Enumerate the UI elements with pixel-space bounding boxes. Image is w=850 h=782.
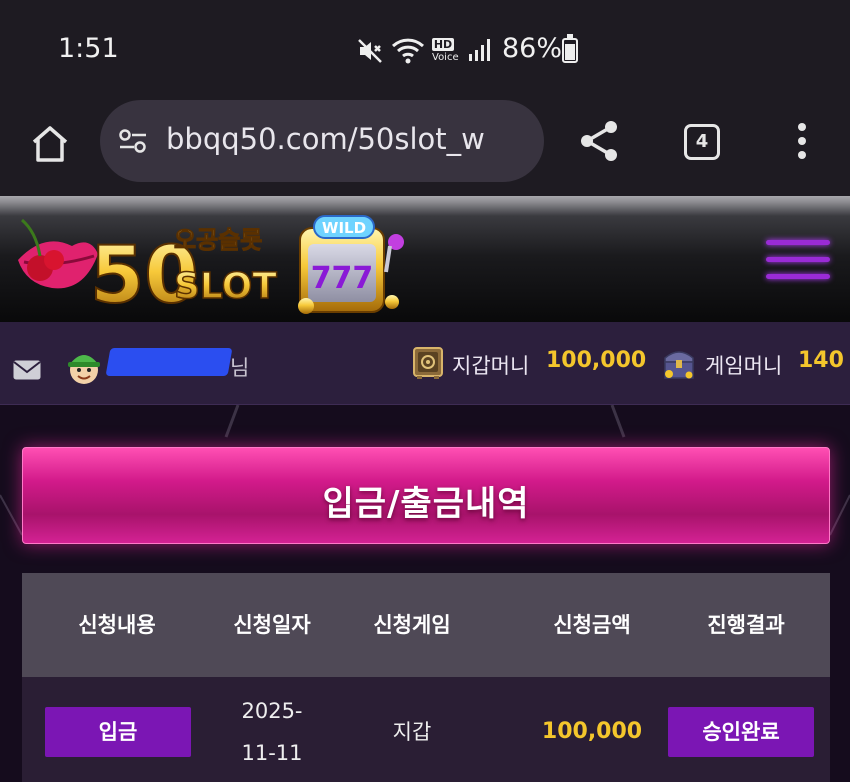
logo-slot-text: SLOT <box>174 266 277 307</box>
game-money-label: 게임머니 <box>705 354 783 378</box>
cell-type: 입금 <box>22 677 214 782</box>
wifi-icon <box>391 38 425 64</box>
site-settings-icon[interactable] <box>118 127 148 155</box>
column-header-result: 진행결과 <box>707 613 785 637</box>
username-suffix: 님 <box>230 356 250 380</box>
treasure-chest-icon <box>664 351 694 379</box>
page-title: 입금/출금내역 <box>322 484 530 524</box>
mute-icon <box>358 39 382 63</box>
game-money-value: 140 <box>798 348 844 373</box>
safe-icon <box>413 347 443 379</box>
table-row: 입금 2025-11-11 지갑 100,000 승인완료 <box>22 677 830 782</box>
battery-icon <box>562 34 578 63</box>
table-header: 신청내용 신청일자 신청게임 신청금액 진행결과 <box>22 573 830 677</box>
column-header-game: 신청게임 <box>373 613 451 637</box>
logo-wild-badge: WILD <box>322 219 366 237</box>
cell-result: 승인완료 <box>652 677 830 782</box>
logo-korean: 오공슬롯 <box>174 226 262 254</box>
hamburger-icon[interactable] <box>766 240 830 279</box>
battery-percent: 86% <box>502 33 563 64</box>
browser-toolbar: bbqq50.com/50slot_w 4 <box>0 100 850 196</box>
avatar-icon <box>68 355 100 384</box>
site-logo[interactable]: 50 SLOT 오공슬롯 777 WILD <box>14 202 414 320</box>
status-time: 1:51 <box>58 33 119 64</box>
signal-icon <box>469 39 490 61</box>
hd-voice-icon: HD Voice <box>432 38 459 63</box>
status-badge: 승인완료 <box>668 707 814 757</box>
status-bar: 1:51 HD Voice 86% <box>0 0 850 100</box>
cell-date: 2025-11-11 <box>241 699 303 765</box>
tabs-button[interactable]: 4 <box>684 124 720 160</box>
type-badge: 입금 <box>45 707 191 757</box>
url-text: bbqq50.com/50slot_w <box>166 122 485 156</box>
address-bar[interactable]: bbqq50.com/50slot_w <box>100 100 544 182</box>
home-icon[interactable] <box>28 122 72 166</box>
column-header-type: 신청내용 <box>78 613 156 637</box>
share-icon[interactable] <box>578 118 620 164</box>
wallet-money-value: 100,000 <box>546 348 647 373</box>
column-header-date: 신청일자 <box>233 613 311 637</box>
mail-icon[interactable] <box>13 360 41 380</box>
username: 님 <box>105 346 256 382</box>
page-title-banner: 입금/출금내역 <box>22 447 830 544</box>
wallet-money-label: 지갑머니 <box>452 354 530 378</box>
logo-reel-777: 777 <box>311 261 374 296</box>
more-vert-icon[interactable] <box>792 120 812 164</box>
username-redacted <box>105 348 233 376</box>
cell-game: 지갑 <box>392 720 432 744</box>
site-header: 50 SLOT 오공슬롯 777 WILD <box>0 196 850 322</box>
